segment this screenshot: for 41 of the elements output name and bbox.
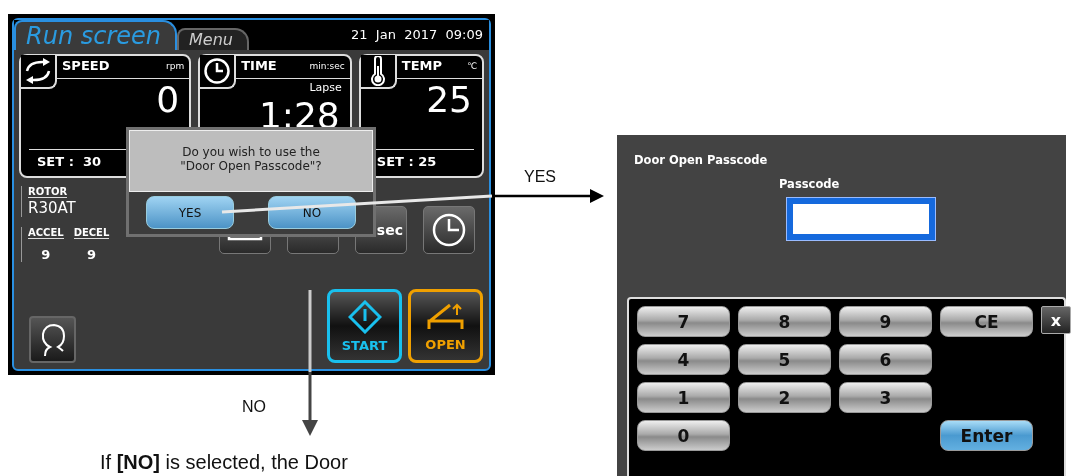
unit-label: rpm xyxy=(166,60,186,71)
note-text: If [NO] is selected, the Door xyxy=(100,450,348,474)
keypad-key[interactable]: 8 xyxy=(738,306,831,337)
keypad-key[interactable]: 7 xyxy=(637,306,730,337)
yes-label: YES xyxy=(524,168,556,186)
keypad-key[interactable]: 2 xyxy=(738,382,831,413)
unit-label: min:sec xyxy=(309,60,346,71)
rate-label: DECEL xyxy=(73,227,110,239)
date-time: 21 Jan 2017 09:09 xyxy=(351,27,484,44)
start-button[interactable]: START xyxy=(327,289,402,363)
card-title: SPEED xyxy=(61,57,110,73)
dialog-button[interactable]: NO xyxy=(268,196,356,229)
card-title: TEMP xyxy=(400,57,442,73)
enter-button[interactable]: Enter xyxy=(940,420,1033,451)
no-label: NO xyxy=(242,398,266,416)
keypad-key[interactable]: CE xyxy=(940,306,1033,337)
keypad-key[interactable]: 6 xyxy=(839,344,932,375)
screen-title: Door Open Passcode xyxy=(634,153,768,167)
dialog-message: Do you wish to use the "Door Open Passcode"? xyxy=(129,130,373,192)
rate-label: ACCEL xyxy=(28,227,64,239)
keypad-key[interactable]: 3 xyxy=(839,382,932,413)
field-label: Passcode xyxy=(779,177,840,191)
value-readout: 0 xyxy=(156,81,181,119)
screen-tab[interactable]: Run screen xyxy=(14,20,178,50)
screen-tab[interactable]: Menu xyxy=(177,28,249,50)
keypad-key[interactable]: 0 xyxy=(637,420,730,451)
rate-value: 9 xyxy=(41,247,51,262)
rotor-value: R30AT xyxy=(28,199,76,217)
keypad-key[interactable]: 4 xyxy=(637,344,730,375)
rotor-label: ROTOR xyxy=(28,186,68,198)
keypad-key[interactable]: 1 xyxy=(637,382,730,413)
card-title: TIME xyxy=(240,57,277,73)
keypad-key[interactable]: 9 xyxy=(839,306,932,337)
open-button[interactable]: OPEN xyxy=(408,289,483,363)
dialog-button[interactable]: YES xyxy=(146,196,234,229)
rate-value: 9 xyxy=(86,247,96,262)
close-button[interactable]: x xyxy=(1041,306,1071,334)
keypad-key[interactable]: 5 xyxy=(738,344,831,375)
unit-label: ℃ xyxy=(466,60,478,71)
value-readout: 25 xyxy=(426,81,473,119)
mode-label: Lapse xyxy=(309,80,343,95)
